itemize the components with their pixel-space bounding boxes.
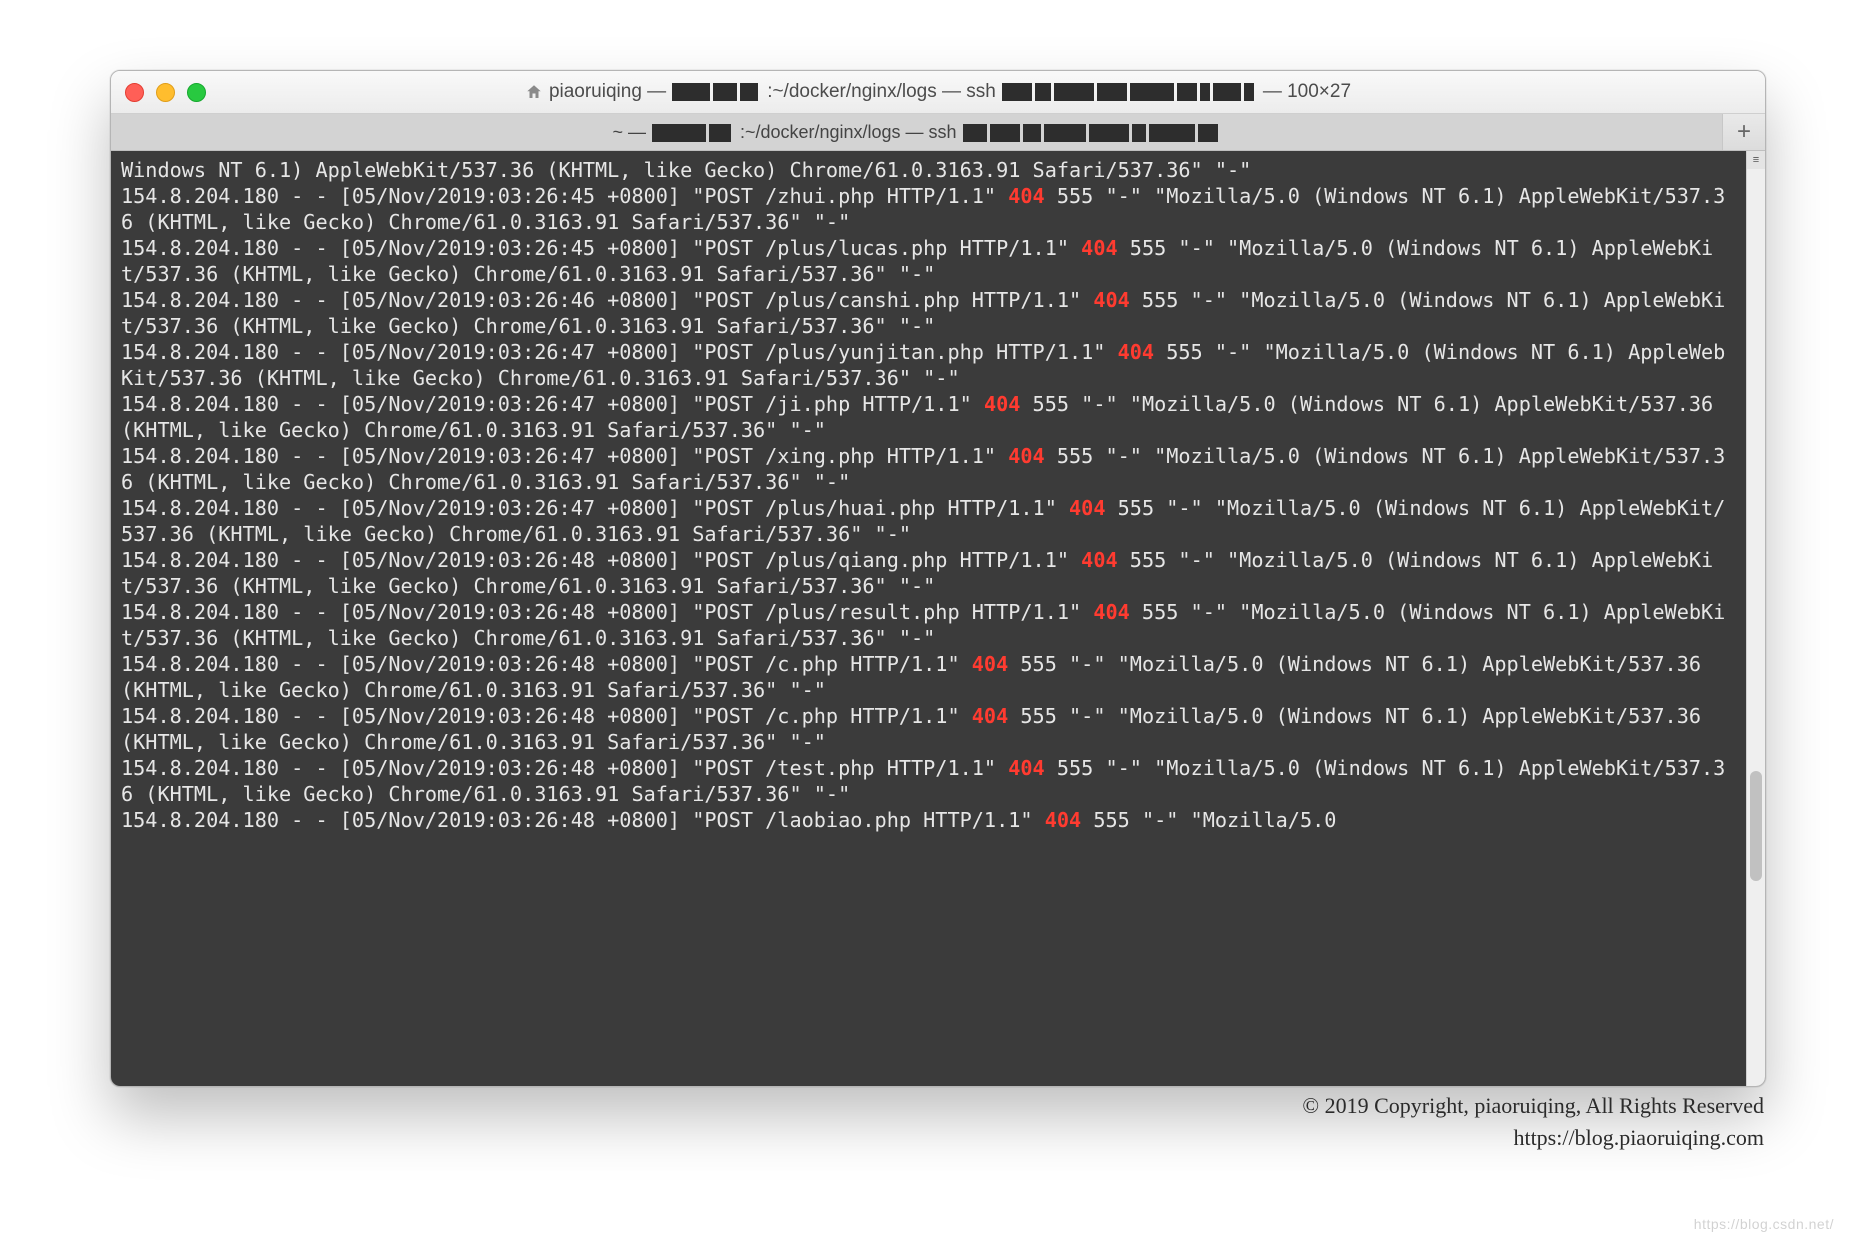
tab-prefix: ~ — [612, 122, 646, 143]
scrollbar-thumb[interactable] [1750, 771, 1762, 881]
title-path: :~/docker/nginx/logs — ssh [767, 81, 996, 103]
terminal-body: Windows NT 6.1) AppleWebKit/537.36 (KHTM… [111, 151, 1765, 1087]
tab-bar: ~ — :~/docker/nginx/logs — ssh + [111, 114, 1765, 151]
window-titlebar: piaoruiqing — :~/docker/nginx/logs — ssh… [111, 71, 1765, 114]
title-dims: — 100×27 [1263, 81, 1351, 103]
title-prefix: piaoruiqing — [549, 81, 666, 103]
zoom-button[interactable] [187, 83, 206, 102]
redacted-block [963, 122, 1221, 143]
new-tab-button[interactable]: + [1723, 114, 1765, 150]
terminal-window: piaoruiqing — :~/docker/nginx/logs — ssh… [110, 70, 1766, 1087]
minimize-button[interactable] [156, 83, 175, 102]
window-controls [125, 83, 206, 102]
redacted-block [652, 122, 734, 143]
tab-path: :~/docker/nginx/logs — ssh [740, 122, 957, 143]
scroll-indicator-icon: ≡ [1747, 151, 1765, 169]
copyright-footer: © 2019 Copyright, piaoruiqing, All Right… [110, 1090, 1764, 1154]
terminal-output[interactable]: Windows NT 6.1) AppleWebKit/537.36 (KHTM… [111, 151, 1747, 1087]
scrollbar[interactable]: ≡ [1746, 151, 1765, 1087]
copyright-line1: © 2019 Copyright, piaoruiqing, All Right… [110, 1090, 1764, 1122]
terminal-tab[interactable]: ~ — :~/docker/nginx/logs — ssh [111, 114, 1723, 150]
redacted-block [672, 81, 761, 103]
home-icon [525, 83, 543, 101]
redacted-block [1002, 81, 1257, 103]
close-button[interactable] [125, 83, 144, 102]
window-title: piaoruiqing — :~/docker/nginx/logs — ssh… [111, 81, 1765, 103]
watermark-text: https://blog.csdn.net/ [1694, 1216, 1834, 1232]
copyright-line2: https://blog.piaoruiqing.com [110, 1122, 1764, 1154]
